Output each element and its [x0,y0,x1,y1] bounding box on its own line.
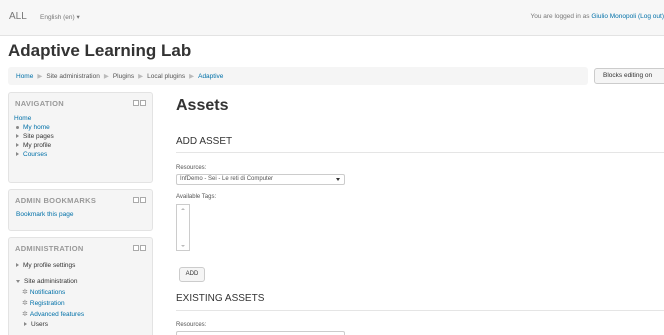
admin-bookmarks-block: ADMIN BOOKMARKS Bookmark this page [8,189,153,231]
expanded-arrow-icon [16,279,20,283]
hide-icon[interactable] [140,245,146,251]
dock-icon[interactable] [133,100,139,106]
collapsed-arrow-icon [16,143,19,148]
collapsed-arrow-icon [16,134,19,139]
section-divider [176,310,664,311]
admin-item-label[interactable]: Advanced features [30,311,84,318]
admin-item-my-profile-settings[interactable]: My profile settings [16,262,75,269]
add-asset-button[interactable]: ADD [179,267,205,282]
scroll-up-icon[interactable] [181,208,185,210]
breadcrumb-separator-icon: ▶ [103,73,109,80]
collapsed-arrow-icon [16,152,19,157]
block-title: ADMINISTRATION [15,244,84,253]
blocks-editing-button[interactable]: Blocks editing on [594,68,664,84]
nav-item-label: Site pages [23,133,54,140]
user-profile-link[interactable]: Giulio Monopoli [591,13,636,20]
breadcrumb-bar: Home ▶ Site administration ▶ Plugins ▶ Local p… [8,67,588,85]
hide-icon[interactable] [140,100,146,106]
admin-item-site-administration[interactable]: Site administration [16,278,77,285]
admin-item-label: Site administration [24,278,78,285]
existing-assets-heading: EXISTING ASSETS [176,293,265,304]
breadcrumb-separator-icon: ▶ [189,73,195,80]
collapsed-arrow-icon [16,263,19,268]
breadcrumb: Home ▶ Site administration ▶ Plugins ▶ Local p… [16,72,223,80]
block-controls [133,245,146,251]
breadcrumb-home[interactable]: Home [16,73,33,80]
existing-resources-select[interactable] [176,331,345,335]
block-title: NAVIGATION [15,99,64,108]
page-title: Assets [176,97,229,114]
admin-item-label[interactable]: Notifications [30,289,65,296]
gear-icon: ✲ [22,300,28,307]
breadcrumb-separator-icon: ▶ [138,73,144,80]
block-controls [133,197,146,203]
gear-icon: ✲ [22,289,28,296]
top-navbar: ALL English (en) ▾ You are logged in as … [0,0,664,36]
collapsed-arrow-icon [24,322,27,327]
resources-select[interactable]: InfDemo - Sei - Le reti di Computer [176,174,345,185]
chevron-down-icon [336,178,340,181]
login-info: You are logged in as Giulio Monopoli (Lo… [531,13,664,20]
breadcrumb-separator-icon: ▶ [37,73,43,80]
gear-icon: ✲ [22,311,28,318]
nav-item-label[interactable]: Courses [23,151,47,158]
nav-item-my-profile[interactable]: My profile [16,142,51,149]
breadcrumb-local-plugins[interactable]: Local plugins [147,73,185,80]
nav-item-courses[interactable]: Courses [16,151,47,158]
resources-selected-value: InfDemo - Sei - Le reti di Computer [180,176,274,182]
hide-icon[interactable] [140,197,146,203]
language-menu[interactable]: English (en) ▾ [40,13,80,21]
add-asset-heading: ADD ASSET [176,136,233,147]
logout-link[interactable]: (Log out) [638,13,664,20]
site-brand[interactable]: ALL [9,11,27,22]
admin-item-notifications[interactable]: ✲ Notifications [22,288,65,296]
dock-icon[interactable] [133,197,139,203]
scroll-down-icon[interactable] [181,245,185,247]
nav-item-label: My profile [23,142,52,149]
site-title: Adaptive Learning Lab [8,41,192,60]
available-tags-listbox[interactable] [176,204,190,251]
bullet-icon [16,125,19,129]
existing-resources-label: Resources: [176,322,207,328]
nav-item-site-pages[interactable]: Site pages [16,133,54,140]
admin-item-label: Users [31,321,48,328]
breadcrumb-site-admin[interactable]: Site administration [46,73,99,80]
breadcrumb-plugins[interactable]: Plugins [113,73,134,80]
nav-item-my-home[interactable]: My home [16,124,50,131]
admin-item-users[interactable]: Users [24,321,48,328]
bookmark-this-page-link[interactable]: Bookmark this page [16,211,73,218]
breadcrumb-adaptive[interactable]: Adaptive [198,73,223,80]
nav-item-label[interactable]: My home [23,124,50,131]
available-tags-label: Available Tags: [176,194,217,200]
dock-icon[interactable] [133,245,139,251]
navigation-block: NAVIGATION Home My home Site pages My pr… [8,92,153,183]
section-divider [176,152,664,153]
block-title: ADMIN BOOKMARKS [15,196,97,205]
nav-home[interactable]: Home [14,115,31,122]
block-controls [133,100,146,106]
admin-item-label: My profile settings [23,262,76,269]
admin-item-advanced-features[interactable]: ✲ Advanced features [22,310,84,318]
resources-label: Resources: [176,165,207,171]
admin-item-label[interactable]: Registration [30,300,65,307]
administration-block: ADMINISTRATION My profile settings Site … [8,237,153,335]
login-prefix: You are logged in as [530,13,592,20]
admin-item-registration[interactable]: ✲ Registration [22,299,65,307]
